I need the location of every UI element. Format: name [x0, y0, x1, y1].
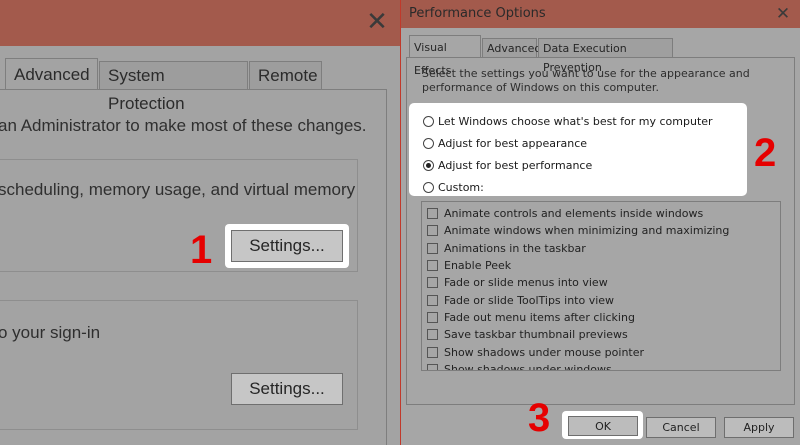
checkbox-label: Fade or slide ToolTips into view — [444, 293, 615, 307]
performance-settings-button[interactable]: Settings... — [231, 230, 343, 262]
radio-option-custom[interactable]: Custom: — [423, 176, 713, 198]
checkbox-label: Enable Peek — [444, 259, 512, 273]
radio-option-best-appearance[interactable]: Adjust for best appearance — [423, 132, 713, 154]
tab-system-protection[interactable]: System Protection — [99, 61, 248, 113]
checkbox-label: Animations in the taskbar — [444, 241, 586, 255]
cancel-button[interactable]: Cancel — [646, 417, 716, 438]
checkbox[interactable] — [427, 329, 438, 341]
tab-data-execution-prevention[interactable]: Data Execution Prevention — [538, 38, 673, 74]
performance-options-dialog: Performance Options ✕ Visual Effects Adv… — [401, 0, 800, 445]
list-item[interactable]: Show shadows under windows — [422, 361, 780, 371]
checkbox[interactable] — [427, 363, 438, 370]
tab-label: Advanced — [487, 42, 542, 55]
close-icon[interactable]: ✕ — [362, 6, 392, 38]
radio-option-let-windows-choose[interactable]: Let Windows choose what's best for my co… — [423, 110, 713, 132]
tab-visual-effects[interactable]: Visual Effects — [409, 35, 481, 77]
radio-label: Let Windows choose what's best for my co… — [438, 114, 713, 128]
checkbox-label: Animate windows when minimizing and maxi… — [444, 224, 730, 238]
step-marker-3: 3 — [528, 396, 551, 440]
checkbox-label: Show shadows under mouse pointer — [444, 345, 645, 359]
visual-effects-list[interactable]: Animate controls and elements inside win… — [421, 201, 781, 371]
checkbox-label: Fade or slide menus into view — [444, 276, 608, 290]
list-item[interactable]: Save taskbar thumbnail previews — [422, 326, 780, 343]
radio-label: Adjust for best performance — [438, 158, 593, 172]
tab-advanced[interactable]: Advanced — [482, 38, 541, 57]
step-marker-1: 1 — [190, 228, 213, 272]
visual-effects-description: Select the settings you want to use for … — [422, 67, 750, 94]
user-profiles-description: o your sign-in — [0, 323, 101, 342]
radio-button[interactable] — [423, 181, 434, 193]
list-item[interactable]: Show shadows under mouse pointer — [422, 343, 780, 360]
radio-group: Let Windows choose what's best for my co… — [423, 110, 713, 198]
checkbox-label: Fade out menu items after clicking — [444, 310, 635, 324]
list-item[interactable]: Animate controls and elements inside win… — [422, 205, 780, 222]
radio-option-best-performance[interactable]: Adjust for best performance — [423, 154, 713, 176]
checkbox-label: Save taskbar thumbnail previews — [444, 328, 628, 342]
user-profiles-settings-button[interactable]: Settings... — [231, 373, 343, 405]
title-bar — [0, 0, 400, 46]
checkbox[interactable] — [427, 208, 438, 220]
tab-label: Advanced — [14, 65, 90, 84]
radio-button[interactable] — [423, 137, 434, 149]
list-item[interactable]: Animate windows when minimizing and maxi… — [422, 222, 780, 239]
checkbox[interactable] — [427, 225, 438, 237]
radio-button-selected[interactable] — [423, 159, 434, 171]
dialog-title: Performance Options — [409, 6, 546, 21]
checkbox-label: Animate controls and elements inside win… — [444, 207, 704, 221]
step-marker-2: 2 — [754, 131, 777, 175]
radio-highlight: Let Windows choose what's best for my co… — [409, 103, 747, 196]
radio-button[interactable] — [423, 115, 434, 127]
performance-description: scheduling, memory usage, and virtual me… — [0, 180, 356, 199]
checkbox[interactable] — [427, 294, 438, 306]
list-item[interactable]: Fade or slide menus into view — [422, 274, 780, 291]
checkbox[interactable] — [427, 260, 438, 272]
list-item[interactable]: Animations in the taskbar — [422, 240, 780, 257]
tab-label: Remote — [258, 66, 318, 85]
tab-remote[interactable]: Remote — [249, 61, 322, 89]
checkbox[interactable] — [427, 311, 438, 323]
checkbox[interactable] — [427, 346, 438, 358]
admin-notice: an Administrator to make most of these c… — [0, 116, 367, 135]
checkbox[interactable] — [427, 242, 438, 254]
checkbox[interactable] — [427, 277, 438, 289]
close-icon[interactable]: ✕ — [771, 3, 795, 25]
checkbox-label: Show shadows under windows — [444, 362, 612, 371]
system-properties-dialog: ✕ Advanced System Protection Remote an A… — [0, 0, 400, 445]
radio-label: Adjust for best appearance — [438, 136, 588, 150]
user-profiles-group — [0, 300, 358, 430]
ok-button[interactable]: OK — [568, 416, 638, 436]
apply-button[interactable]: Apply — [724, 417, 794, 438]
list-item[interactable]: Fade out menu items after clicking — [422, 309, 780, 326]
list-item[interactable]: Fade or slide ToolTips into view — [422, 291, 780, 308]
tab-advanced[interactable]: Advanced — [5, 58, 98, 90]
list-item[interactable]: Enable Peek — [422, 257, 780, 274]
radio-label: Custom: — [438, 180, 484, 194]
